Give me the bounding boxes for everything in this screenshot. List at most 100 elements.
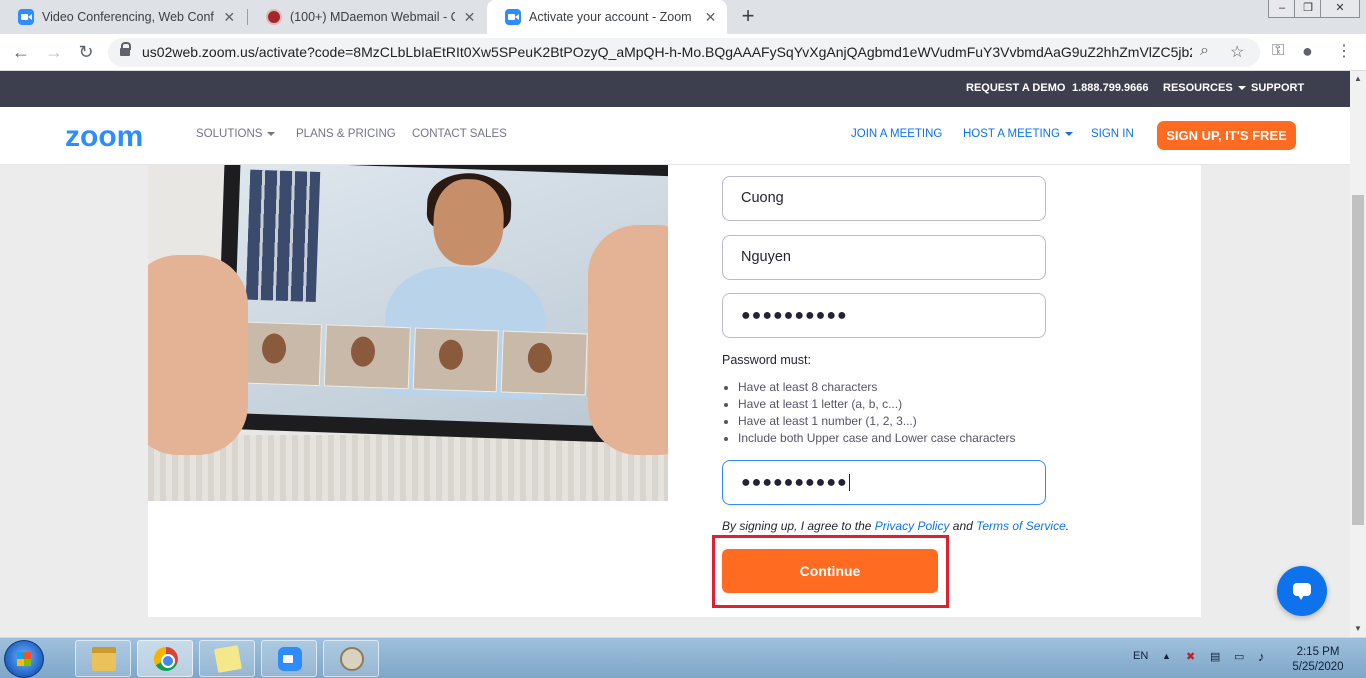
privacy-policy-link[interactable]: Privacy Policy [875, 519, 950, 533]
sign-up-button[interactable]: SIGN UP, IT'S FREE [1157, 121, 1296, 150]
first-name-input[interactable]: Cuong [722, 176, 1046, 221]
video-conference-illustration [148, 165, 668, 501]
participant-thumb [412, 327, 500, 393]
participant-thumb [323, 324, 411, 390]
url-text[interactable]: us02web.zoom.us/activate?code=8MzCLbLbIa… [142, 44, 1192, 60]
tab-close-icon[interactable]: ✕ [704, 9, 717, 26]
request-demo-link[interactable]: REQUEST A DEMO [966, 82, 1065, 94]
tab-close-icon[interactable]: ✕ [463, 9, 476, 26]
terms-of-service-link[interactable]: Terms of Service [976, 519, 1066, 533]
phone-number-link[interactable]: 1.888.799.9666 [1072, 82, 1148, 94]
scroll-down-arrow-icon[interactable]: ▼ [1350, 621, 1366, 637]
browser-tab-bar: Video Conferencing, Web Confer ✕ (100+) … [0, 0, 1366, 34]
office-shelf [245, 169, 321, 302]
zoom-logo[interactable]: zoom [65, 120, 143, 154]
paint-palette-icon [340, 647, 364, 671]
show-hidden-icons-icon[interactable]: ▲ [1162, 651, 1171, 661]
scroll-up-arrow-icon[interactable]: ▲ [1350, 71, 1366, 87]
taskbar-paint[interactable] [323, 640, 379, 677]
tab-title: Activate your account - Zoom [529, 10, 692, 24]
join-meeting-link[interactable]: JOIN A MEETING [851, 128, 942, 140]
plans-pricing-link[interactable]: PLANS & PRICING [296, 128, 396, 140]
chevron-down-icon [1064, 131, 1073, 136]
chevron-down-icon [1237, 86, 1246, 91]
system-clock[interactable]: 2:15 PM 5/25/2020 [1284, 645, 1352, 675]
text-cursor [848, 474, 850, 492]
windows-taskbar: EN ▲ ✖ ▤ ▭ ♪ 2:15 PM 5/25/2020 [0, 637, 1366, 678]
zoom-favicon-icon [18, 9, 34, 25]
network-error-icon[interactable]: ✖ [1186, 650, 1195, 663]
clock-time: 2:15 PM [1296, 646, 1340, 658]
terms-and: and [949, 519, 977, 533]
start-button[interactable] [4, 640, 44, 678]
restore-button[interactable]: ❐ [1294, 0, 1322, 18]
tab-mdaemon-webmail[interactable]: (100+) MDaemon Webmail - CUO ✕ [248, 0, 486, 34]
chrome-icon [154, 647, 178, 671]
minimize-button[interactable]: – [1268, 0, 1296, 18]
host-meeting-menu[interactable]: HOST A MEETING [963, 128, 1073, 140]
taskbar-explorer[interactable] [75, 640, 131, 677]
contact-sales-link[interactable]: CONTACT SALES [412, 128, 507, 140]
bookmark-star-icon[interactable]: ☆ [1230, 42, 1244, 62]
taskbar-chrome[interactable] [137, 640, 193, 677]
solutions-label: SOLUTIONS [196, 128, 263, 140]
resources-menu[interactable]: RESOURCES [1163, 82, 1246, 94]
chevron-down-icon [267, 131, 276, 136]
terms-suffix: . [1065, 519, 1070, 533]
zoom-app-icon [278, 647, 302, 671]
resources-label: RESOURCES [1163, 82, 1233, 94]
window-close-button[interactable]: ✕ [1320, 0, 1360, 18]
right-hand [588, 225, 668, 455]
language-indicator[interactable]: EN [1133, 650, 1148, 662]
main-navigation: zoom SOLUTIONS PLANS & PRICING CONTACT S… [0, 107, 1350, 165]
browser-toolbar: ← → ↻ us02web.zoom.us/activate?code=8MzC… [0, 34, 1366, 71]
tab-title: Video Conferencing, Web Confer [42, 10, 215, 24]
sign-in-link[interactable]: SIGN IN [1091, 128, 1134, 140]
lock-icon [120, 42, 131, 58]
host-meeting-label: HOST A MEETING [963, 128, 1060, 140]
left-hand [148, 255, 248, 455]
tab-close-icon[interactable]: ✕ [222, 9, 236, 26]
mdaemon-favicon-icon [266, 9, 282, 25]
taskbar-sticky-notes[interactable] [199, 640, 255, 677]
tab-activate-account[interactable]: Activate your account - Zoom ✕ [487, 0, 727, 34]
browser-menu-icon[interactable]: ⋮ [1336, 41, 1352, 61]
network-icon[interactable]: ▭ [1234, 650, 1244, 663]
site-top-bar: REQUEST A DEMO 1.888.799.9666 RESOURCES … [0, 71, 1350, 107]
scrollbar-thumb[interactable] [1352, 195, 1364, 525]
clock-date: 5/25/2020 [1292, 661, 1344, 673]
support-link[interactable]: SUPPORT [1251, 82, 1304, 94]
red-highlight-box [712, 535, 949, 608]
password-rule: Have at least 8 characters [738, 379, 1016, 396]
taskbar-zoom[interactable] [261, 640, 317, 677]
password-input[interactable]: ●●●●●●●●●● [722, 293, 1046, 338]
solutions-menu[interactable]: SOLUTIONS [196, 128, 276, 140]
confirm-password-value: ●●●●●●●●●● [741, 474, 848, 491]
confirm-password-input[interactable]: ●●●●●●●●●● [722, 460, 1046, 505]
forward-arrow-icon[interactable]: → [42, 40, 66, 64]
clipboard-icon[interactable]: ▤ [1210, 650, 1220, 663]
new-tab-button[interactable]: + [736, 5, 760, 29]
volume-icon[interactable]: ♪ [1258, 649, 1265, 664]
password-rule: Have at least 1 letter (a, b, c...) [738, 396, 1016, 413]
zoom-favicon-icon [505, 9, 521, 25]
face [432, 178, 506, 267]
reload-icon[interactable]: ↻ [74, 40, 98, 64]
password-rules-list: Have at least 8 characters Have at least… [738, 379, 1016, 447]
participant-thumb [501, 330, 588, 396]
last-name-input[interactable]: Nguyen [722, 235, 1046, 280]
password-rule: Have at least 1 number (1, 2, 3...) [738, 413, 1016, 430]
back-arrow-icon[interactable]: ← [9, 40, 33, 64]
page-scrollbar[interactable]: ▲ ▼ [1350, 71, 1366, 637]
address-bar[interactable]: us02web.zoom.us/activate?code=8MzCLbLbIa… [108, 38, 1260, 67]
tab-title: (100+) MDaemon Webmail - CUO [290, 10, 455, 24]
folder-icon [92, 647, 116, 671]
terms-prefix: By signing up, I agree to the [722, 519, 875, 533]
chat-bubble-button[interactable] [1277, 566, 1327, 616]
password-requirements-title: Password must: [722, 353, 811, 367]
zoom-magnifier-icon[interactable]: ⌕ [1200, 42, 1209, 60]
key-icon[interactable]: ⚿ [1272, 42, 1284, 60]
profile-avatar-icon[interactable]: ● [1302, 41, 1313, 62]
tab-video-conferencing[interactable]: Video Conferencing, Web Confer ✕ [0, 0, 246, 34]
sticky-notes-icon [214, 645, 242, 673]
